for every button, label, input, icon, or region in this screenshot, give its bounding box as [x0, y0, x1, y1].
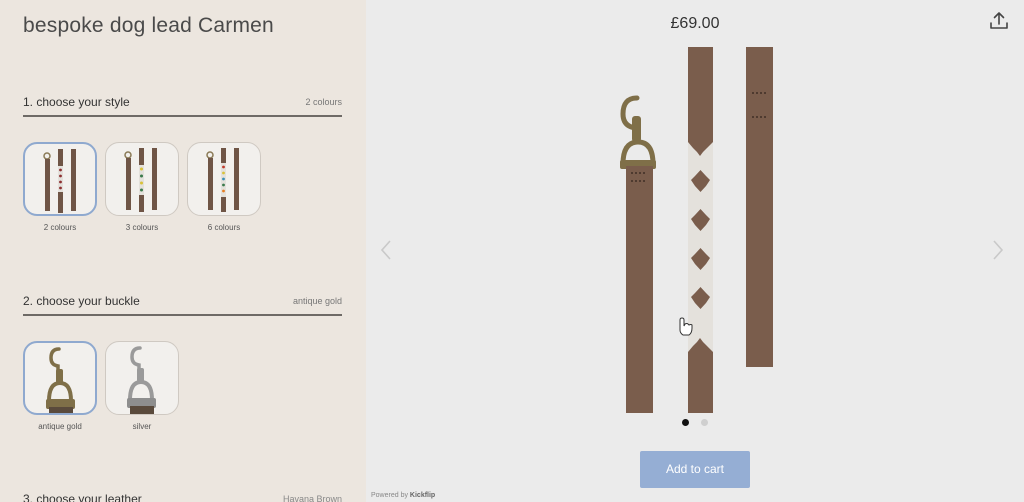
silver-buckle-thumbnail [105, 341, 179, 415]
style-6-colours-thumbnail [187, 142, 261, 216]
style-section-value: 2 colours [305, 97, 342, 107]
style-option-6-colours[interactable]: 6 colours [187, 142, 261, 232]
lead-woven-strip [688, 47, 713, 413]
buckle-option-silver[interactable]: silver [105, 341, 179, 431]
style-section-label: 1. choose your style [23, 95, 130, 109]
dog-lead-product-image[interactable] [366, 0, 1024, 440]
style-section-header[interactable]: 1. choose your style 2 colours [23, 95, 342, 117]
buckle-option-caption: antique gold [38, 422, 82, 431]
leather-section-value: Havana Brown [282, 494, 342, 502]
carousel-dot[interactable] [701, 419, 708, 426]
powered-by-brand: Kickflip [409, 492, 436, 499]
carousel-dots [682, 419, 708, 426]
style-option-2-colours[interactable]: 2 colours [23, 142, 97, 232]
lead-handle-strip [746, 47, 773, 367]
powered-by-prefix: Powered by [371, 492, 408, 499]
buckle-option-caption: silver [132, 422, 152, 431]
leather-section-label: 3. choose your leather [23, 492, 142, 502]
powered-by-label: Powered by Kickflip [371, 492, 435, 499]
style-2-colours-thumbnail [23, 142, 97, 216]
buckle-section-label: 2. choose your buckle [23, 294, 140, 308]
style-option-caption: 6 colours [207, 223, 241, 232]
buckle-option-antique-gold[interactable]: antique gold [23, 341, 97, 431]
product-viewer: £69.00 Add to cart Powered by Kickflip [366, 0, 1024, 502]
lead-clip-strip [620, 95, 656, 413]
buckle-section-value: antique gold [292, 296, 342, 306]
configurator-panel: bespoke dog lead Carmen 1. choose your s… [0, 0, 366, 502]
buckle-section-header[interactable]: 2. choose your buckle antique gold [23, 294, 342, 316]
style-option-3-colours[interactable]: 3 colours [105, 142, 179, 232]
style-option-caption: 2 colours [43, 223, 77, 232]
product-title: bespoke dog lead Carmen [23, 14, 274, 37]
carousel-dot[interactable] [682, 419, 689, 426]
style-3-colours-thumbnail [105, 142, 179, 216]
antique-gold-buckle-thumbnail [23, 341, 97, 415]
style-option-caption: 3 colours [125, 223, 159, 232]
add-to-cart-button[interactable]: Add to cart [640, 451, 750, 488]
